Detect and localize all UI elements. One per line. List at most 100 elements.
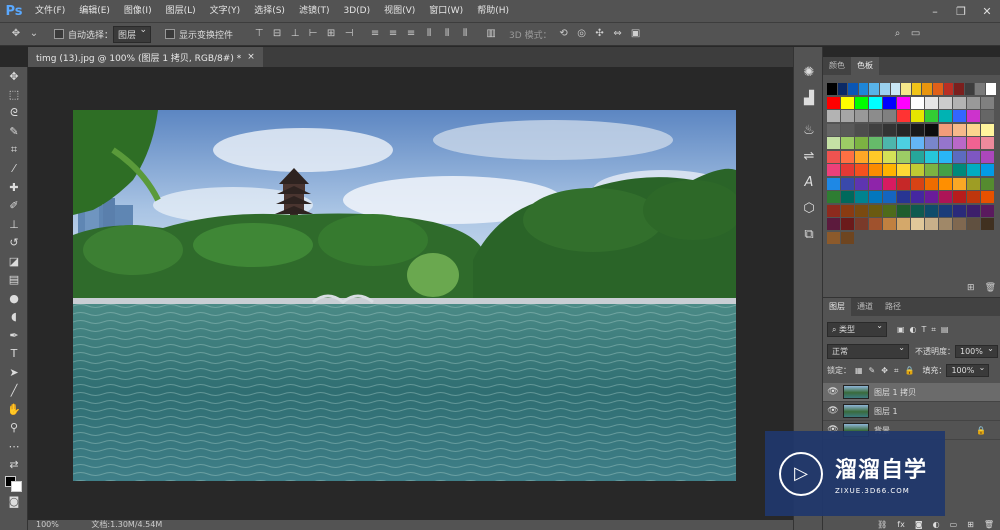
tab-paths[interactable]: 路径 (879, 298, 907, 316)
swatch[interactable] (855, 137, 868, 149)
swatch[interactable] (869, 110, 882, 122)
swatch[interactable] (953, 123, 966, 136)
align-right-icon[interactable]: ⊣ (343, 28, 355, 40)
restore-icon[interactable]: ❐ (948, 0, 974, 22)
character-icon[interactable]: A (794, 169, 824, 195)
swatch[interactable] (827, 123, 840, 136)
swatch[interactable] (855, 123, 868, 136)
swatch[interactable] (883, 110, 896, 122)
3d-rotate-icon[interactable]: ⟲ (558, 28, 570, 40)
swatch[interactable] (827, 83, 837, 95)
zoom-tool-icon[interactable]: ⚲ (0, 419, 28, 438)
lock-icons[interactable]: ▦✎✥⌗🔒 (855, 366, 920, 376)
adjustment-icon[interactable]: ◐ (933, 520, 940, 529)
swatch[interactable] (869, 204, 882, 217)
swatch[interactable] (827, 164, 840, 176)
swatch[interactable] (967, 123, 980, 136)
mask-icon[interactable]: ◙ (915, 520, 923, 529)
trash-icon[interactable]: 🗑 (984, 520, 994, 529)
swatch[interactable] (911, 204, 924, 217)
swatch[interactable] (939, 191, 952, 203)
swatch[interactable] (827, 218, 840, 230)
swatch[interactable] (841, 191, 854, 203)
swatch[interactable] (879, 83, 890, 95)
menu-layer[interactable]: 图层(L) (159, 0, 203, 22)
align-top-icon[interactable]: ⊤ (253, 28, 265, 40)
swatch[interactable] (869, 123, 882, 136)
swatch[interactable] (897, 177, 910, 190)
distribute-left-icon[interactable]: ⦀ (423, 28, 435, 40)
swatch[interactable] (925, 164, 938, 176)
swatch[interactable] (827, 191, 840, 203)
fx-icon[interactable]: fx (897, 520, 905, 529)
swatch[interactable] (953, 204, 966, 217)
distribute-bottom-icon[interactable]: ≡ (405, 28, 417, 40)
eraser-tool-icon[interactable]: ◪ (0, 252, 28, 271)
swatch[interactable] (827, 110, 840, 122)
swatch[interactable] (939, 204, 952, 217)
swatch[interactable] (883, 204, 896, 217)
swatch[interactable] (967, 177, 980, 190)
swatch[interactable] (911, 123, 924, 136)
swatch[interactable] (855, 191, 868, 203)
swatch[interactable] (841, 110, 854, 122)
quick-mask-icon[interactable]: ◙ (0, 493, 28, 512)
menu-view[interactable]: 视图(V) (377, 0, 422, 22)
type-tool-icon[interactable]: T (0, 345, 28, 364)
swatch[interactable] (967, 204, 980, 217)
opacity-field[interactable]: 100% (955, 344, 998, 358)
swatch[interactable] (901, 83, 911, 95)
gradient-tool-icon[interactable]: ▤ (0, 271, 28, 290)
3d-pan-icon[interactable]: ✣ (594, 28, 606, 40)
swatch[interactable] (943, 83, 954, 95)
swatch[interactable] (981, 204, 994, 217)
background-color[interactable] (11, 481, 22, 492)
swatch[interactable] (981, 177, 994, 190)
auto-select-dropdown[interactable]: 图层 (113, 25, 152, 43)
folder-icon[interactable]: ▭ (950, 520, 958, 529)
3d-panel-icon[interactable]: ⬡ (794, 195, 824, 221)
menu-3d[interactable]: 3D(D) (336, 0, 377, 22)
swatch[interactable] (841, 218, 854, 230)
distribute-top-icon[interactable]: ≡ (369, 28, 381, 40)
swatch[interactable] (953, 96, 966, 109)
swatch[interactable] (953, 150, 966, 163)
swatch[interactable] (925, 177, 938, 190)
swatch[interactable] (883, 123, 896, 136)
swatch[interactable] (939, 218, 952, 230)
swatch[interactable] (911, 110, 924, 122)
tab-swatches[interactable]: 色板 (851, 57, 879, 75)
align-vcenter-icon[interactable]: ⊟ (271, 28, 283, 40)
swatch[interactable] (869, 177, 882, 190)
swatch[interactable] (911, 96, 924, 109)
swatch[interactable] (883, 164, 896, 176)
align-hcenter-icon[interactable]: ⊞ (325, 28, 337, 40)
swatch[interactable] (967, 96, 980, 109)
swatch[interactable] (925, 150, 938, 163)
swatch[interactable] (883, 137, 896, 149)
swatch[interactable] (967, 218, 980, 230)
search-icon[interactable]: ⌕ (892, 28, 904, 40)
zoom-level[interactable]: 100% (36, 520, 59, 529)
clone-stamp-icon[interactable]: ⊥ (0, 215, 28, 234)
distribute-hcenter-icon[interactable]: ⦀ (441, 28, 453, 40)
menu-file[interactable]: 文件(F) (28, 0, 72, 22)
swatch[interactable] (925, 218, 938, 230)
swatch[interactable] (967, 137, 980, 149)
swatch[interactable] (939, 150, 952, 163)
adjustments-icon[interactable]: ♨ (794, 117, 824, 143)
pen-tool-icon[interactable]: ✒ (0, 326, 28, 345)
swatch[interactable] (939, 137, 952, 149)
swatch[interactable] (855, 177, 868, 190)
swatch[interactable] (925, 137, 938, 149)
swatch[interactable] (827, 177, 840, 190)
swatch[interactable] (911, 191, 924, 203)
swatch[interactable] (897, 110, 910, 122)
swatch[interactable] (855, 164, 868, 176)
swatch[interactable] (911, 177, 924, 190)
swatch[interactable] (953, 164, 966, 176)
eye-icon[interactable]: 👁 (823, 406, 843, 416)
swatch[interactable] (897, 123, 910, 136)
swatch[interactable] (981, 218, 994, 230)
canvas-area[interactable] (28, 67, 793, 530)
